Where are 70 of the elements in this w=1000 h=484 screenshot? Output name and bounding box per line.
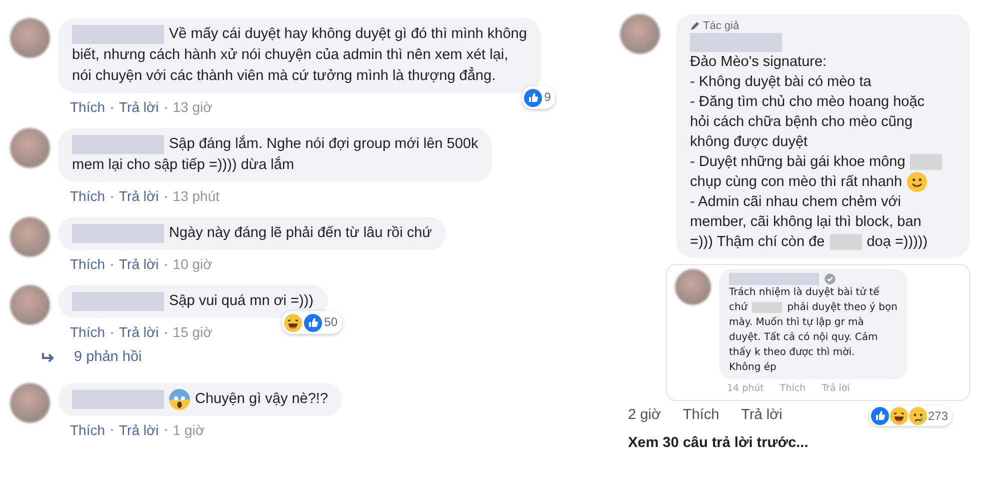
- action-link[interactable]: Trả lời: [119, 97, 159, 118]
- reply-text: Trách nhiệm là duyệt bài tử tế: [729, 286, 880, 300]
- reply-text: mày. Muốn thì tự lập gr mà: [729, 316, 864, 330]
- action-link[interactable]: Thích: [70, 186, 106, 207]
- smiley-icon: [907, 172, 928, 192]
- comment-time: 1 giờ: [172, 420, 205, 440]
- action-link[interactable]: Thích: [682, 405, 720, 427]
- comment-time: 13 giờ: [172, 98, 212, 117]
- comment-text: Chuyện gì vậy nè?!?: [195, 390, 328, 409]
- comment-time: 15 giờ: [172, 323, 212, 342]
- comment-text: =))) Thậm chí còn đe: [690, 233, 825, 252]
- laughing-emoji-icon: [284, 314, 302, 332]
- comment-text: doạ =))))): [866, 233, 928, 252]
- comment-text: chụp cùng con mèo thì rất nhanh: [690, 173, 902, 192]
- comment-text: - Duyệt những bài gái khoe mông: [690, 153, 906, 172]
- comment-text: - Không duyệt bài có mèo ta: [690, 73, 872, 92]
- comment-time: 10 giờ: [172, 255, 212, 274]
- avatar: [10, 285, 50, 325]
- redacted-word: [830, 234, 862, 250]
- action-link[interactable]: Thích: [70, 420, 106, 441]
- reply-text: Không ép: [729, 361, 776, 375]
- like-icon: [304, 314, 322, 332]
- action-link[interactable]: Thích: [70, 97, 106, 118]
- reaction-count: 50: [324, 314, 338, 331]
- reply-arrow-icon: [40, 352, 56, 364]
- comment-text: Sập đáng lắm. Nghe nói đợi group mới lên 500k: [169, 134, 478, 154]
- avatar: [10, 128, 50, 168]
- action-link[interactable]: Trả lời: [119, 322, 159, 343]
- screaming-emoji-icon: [169, 388, 190, 410]
- comment-time: 13 phút: [172, 187, 220, 206]
- redacted-word: [752, 302, 782, 313]
- comment-text: không được duyệt: [690, 133, 808, 152]
- redacted-word: [910, 154, 942, 170]
- avatar: [10, 18, 50, 58]
- avatar: [620, 14, 660, 54]
- reaction-count: 9: [544, 89, 551, 106]
- action-link[interactable]: Trả lời: [119, 254, 159, 275]
- avatar: [675, 269, 711, 305]
- comment-text: Sập vui quá mn ơi =))): [169, 292, 314, 311]
- comment-time: 2 giờ: [628, 406, 661, 426]
- comment-text: Ngày này đáng lẽ phải đến từ lâu rồi chứ: [169, 224, 432, 243]
- reply-text: phải duyệt theo ý bọn: [787, 300, 898, 315]
- author-label: Tác giả: [703, 19, 740, 33]
- reply-text: chứ: [729, 301, 748, 315]
- reply-text: thấy k theo được thì mời.: [729, 346, 855, 360]
- reply-time: 14 phút: [727, 382, 764, 396]
- replies-link[interactable]: 9 phản hồi: [10, 343, 610, 373]
- comment-text: mem lại cho sập tiếp =)))) dừa lắm: [72, 155, 294, 175]
- pencil-icon: [690, 21, 700, 31]
- verified-icon: [824, 273, 836, 285]
- comment-text: hỏi cách chữa bệnh cho mèo cũng: [690, 113, 913, 132]
- action-link[interactable]: Thích: [70, 254, 106, 275]
- laughing-emoji-icon: [890, 407, 908, 426]
- reply-text: duyệt. Tất cả có nội quy. Cảm: [729, 330, 878, 345]
- action-link[interactable]: Trả lời: [741, 405, 782, 427]
- avatar: [10, 382, 50, 423]
- comment-text: biết, nhưng cách hành xử nói chuyện của admin thì nên xem xét lại,: [72, 46, 508, 65]
- avatar: [10, 217, 50, 257]
- reaction-count: 273: [928, 408, 948, 426]
- comment-text: Về mấy cái duyệt hay không duyệt gì đó thì mình không: [169, 25, 527, 44]
- comment-text: member, cãi không lại thì block, ban: [690, 213, 922, 232]
- view-more-link[interactable]: Xem 30 câu trả lời trước...: [620, 427, 970, 455]
- comment-text: nói chuyện với các thành viên mà cứ tưởng mình là thượng đẳng.: [72, 66, 496, 86]
- action-link[interactable]: Trả lời: [119, 186, 159, 207]
- action-link[interactable]: Thích: [70, 322, 106, 343]
- comment-text: Đảo Mèo's signature:: [690, 53, 827, 72]
- crying-emoji-icon: [908, 407, 927, 426]
- comment-text: - Admin cãi nhau chem chẻm với: [690, 193, 901, 212]
- action-link[interactable]: Trả lời: [119, 420, 159, 441]
- comment-text: - Đăng tìm chủ cho mèo hoang hoặc: [690, 93, 925, 112]
